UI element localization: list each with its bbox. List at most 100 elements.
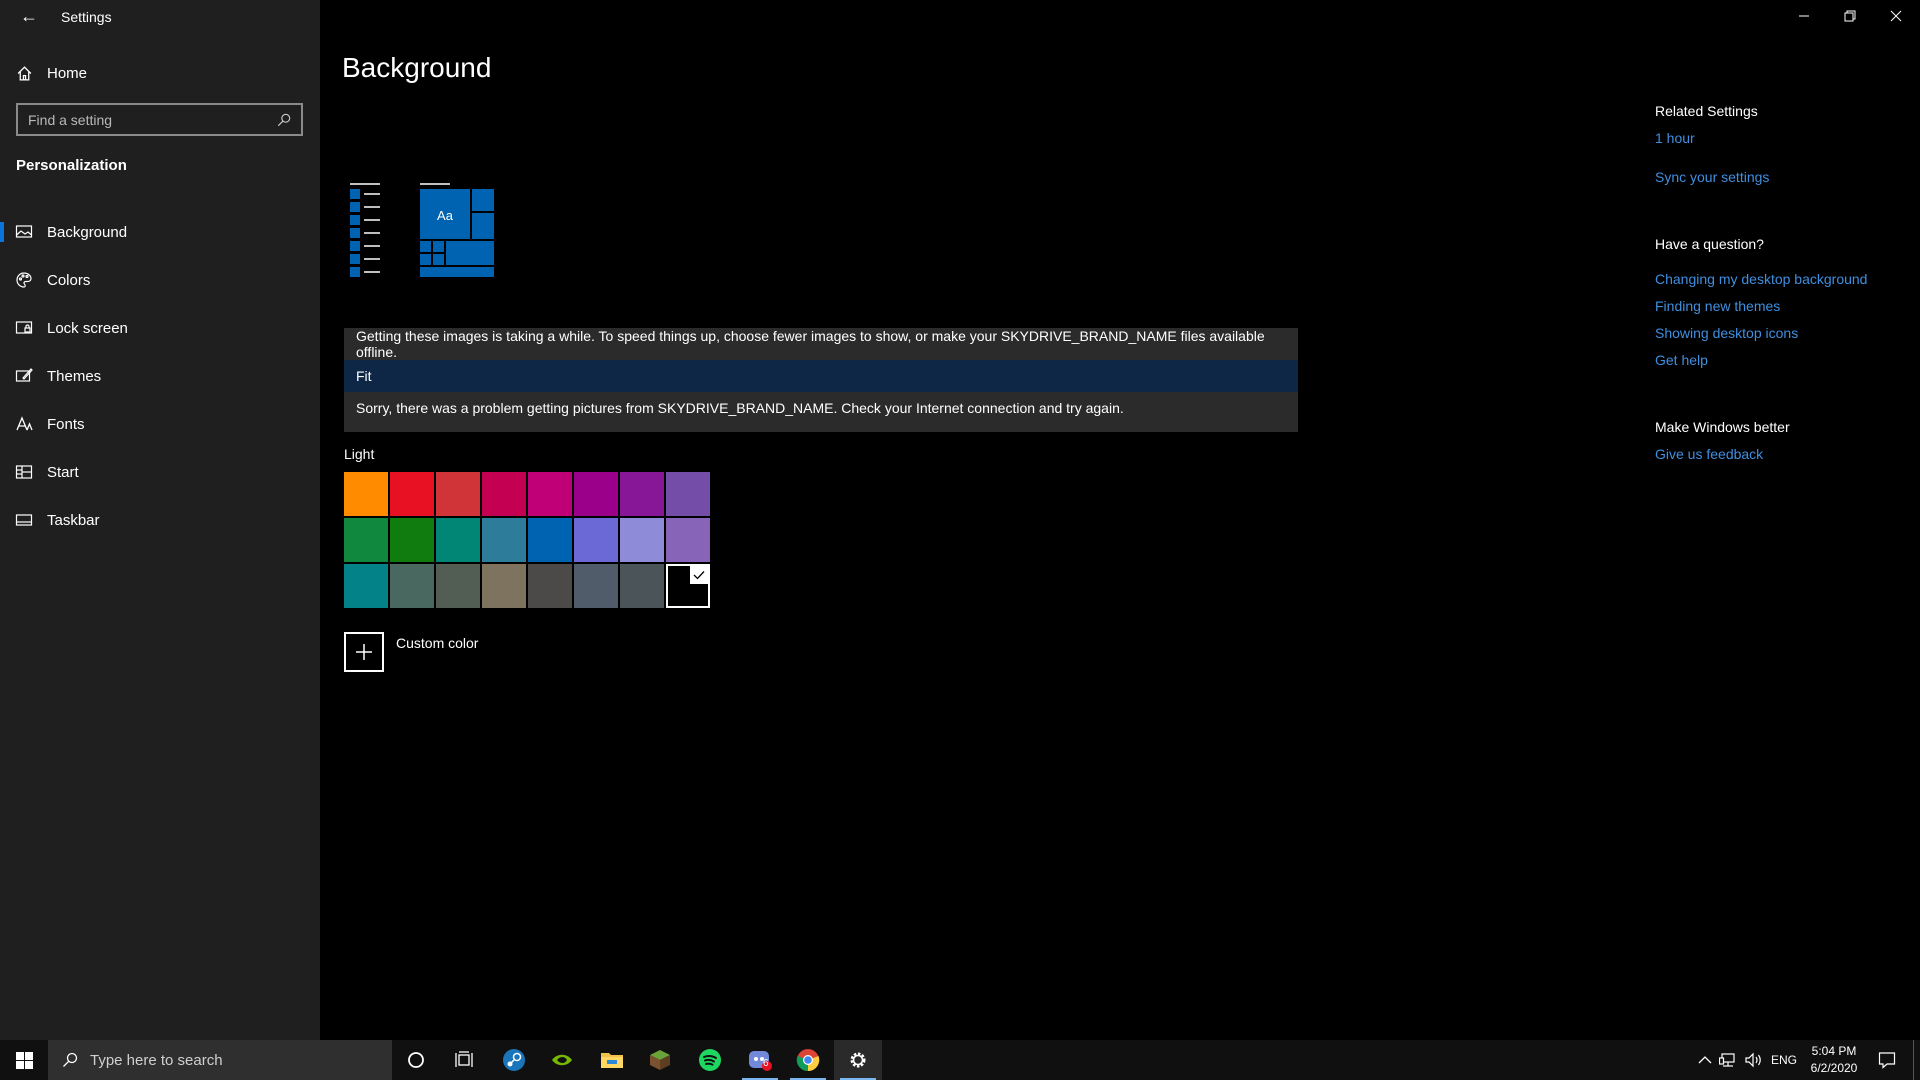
link-sync-settings[interactable]: Sync your settings [1655, 169, 1769, 185]
color-swatch[interactable] [390, 518, 434, 562]
link-get-help[interactable]: Get help [1655, 352, 1708, 368]
sidebar-item-fonts[interactable]: Fonts [0, 400, 320, 448]
language-label: ENG [1771, 1053, 1798, 1067]
color-swatch[interactable] [620, 518, 664, 562]
start-button[interactable] [0, 1040, 48, 1080]
color-swatch[interactable] [344, 564, 388, 608]
clock-date: 6/2/2020 [1810, 1061, 1858, 1075]
sidebar-item-background[interactable]: Background [0, 208, 320, 256]
cortana-icon [408, 1052, 424, 1068]
custom-color-label: Custom color [396, 635, 479, 651]
link-1-hour[interactable]: 1 hour [1655, 130, 1695, 146]
taskbar-search-box[interactable]: Type here to search [48, 1040, 392, 1080]
close-button[interactable] [1873, 0, 1919, 32]
spotify-button[interactable] [686, 1040, 734, 1080]
search-icon[interactable] [277, 113, 291, 127]
color-swatch[interactable] [482, 564, 526, 608]
color-swatch[interactable] [574, 472, 618, 516]
related-settings-heading: Related Settings [1655, 103, 1758, 119]
color-swatch[interactable] [390, 472, 434, 516]
home-icon [17, 65, 32, 81]
search-input[interactable] [28, 111, 268, 128]
cortana-button[interactable] [392, 1040, 440, 1080]
file-explorer-button[interactable] [588, 1040, 636, 1080]
sidebar-item-start[interactable]: Start [0, 448, 320, 496]
sidebar-item-taskbar[interactable]: Taskbar [0, 496, 320, 544]
minecraft-button[interactable] [636, 1040, 684, 1080]
steam-icon [503, 1049, 525, 1071]
minimize-icon [1799, 15, 1809, 17]
color-swatch[interactable] [436, 564, 480, 608]
close-icon [1890, 10, 1902, 22]
color-swatch[interactable] [482, 518, 526, 562]
color-swatch[interactable] [620, 564, 664, 608]
taskbar-icon [15, 514, 33, 526]
volume-button[interactable] [1745, 1040, 1763, 1080]
gear-icon [850, 1052, 866, 1068]
color-swatch[interactable] [574, 564, 618, 608]
nvidia-button[interactable] [538, 1040, 586, 1080]
language-indicator[interactable]: ENG [1771, 1040, 1797, 1080]
section-label: Personalization [16, 157, 127, 174]
taskbar-search-placeholder: Type here to search [90, 1051, 223, 1069]
windows-logo-icon [15, 1051, 33, 1069]
sidebar-item-colors[interactable]: Colors [0, 256, 320, 304]
color-swatch[interactable] [574, 518, 618, 562]
back-button[interactable]: ← [14, 4, 44, 28]
speaker-icon [1745, 1052, 1761, 1068]
link-desktop-icons[interactable]: Showing desktop icons [1655, 325, 1798, 341]
color-swatch[interactable] [344, 472, 388, 516]
color-swatch[interactable] [620, 472, 664, 516]
color-swatch[interactable] [482, 472, 526, 516]
settings-taskbar-button[interactable] [834, 1040, 882, 1080]
chevron-up-icon [1698, 1056, 1712, 1064]
color-swatch[interactable] [390, 564, 434, 608]
sidebar-item-themes[interactable]: Themes [0, 352, 320, 400]
sidebar: ← Settings Home Personalization Backgrou… [0, 0, 320, 1040]
task-view-icon [455, 1051, 473, 1067]
link-give-feedback[interactable]: Give us feedback [1655, 446, 1763, 462]
action-center-button[interactable] [1878, 1040, 1896, 1080]
task-view-button[interactable] [440, 1040, 488, 1080]
background-preview: Aa [348, 183, 498, 283]
color-swatch[interactable] [344, 518, 388, 562]
color-swatch[interactable] [436, 472, 480, 516]
nvidia-icon [552, 1054, 572, 1066]
show-desktop-button[interactable] [1913, 1040, 1914, 1080]
discord-button[interactable]: 6 [736, 1040, 784, 1080]
home-nav-item[interactable]: Home [16, 60, 87, 86]
start-icon [15, 465, 33, 479]
notification-list: Getting these images is taking a while. … [344, 328, 1298, 432]
search-icon [63, 1052, 78, 1067]
color-swatch[interactable] [528, 518, 572, 562]
preview-text: Aa [437, 208, 454, 223]
custom-color-button[interactable]: Custom color [344, 632, 478, 672]
clock[interactable]: 5:04 PM 6/2/2020 [1804, 1043, 1864, 1077]
link-changing-background[interactable]: Changing my desktop background [1655, 271, 1867, 287]
sidebar-item-lock-screen[interactable]: Lock screen [0, 304, 320, 352]
color-swatch[interactable] [666, 564, 710, 608]
show-hidden-icons-button[interactable] [1698, 1040, 1712, 1080]
lock-screen-icon [15, 321, 33, 334]
color-swatch[interactable] [528, 472, 572, 516]
chrome-button[interactable] [784, 1040, 832, 1080]
color-swatch[interactable] [528, 564, 572, 608]
find-setting-search[interactable] [16, 103, 303, 136]
color-swatch[interactable] [436, 518, 480, 562]
clock-time: 5:04 PM [1811, 1044, 1857, 1058]
discord-icon [749, 1051, 772, 1071]
restore-icon [1844, 10, 1856, 22]
checkmark-icon [690, 566, 708, 584]
fit-option[interactable]: Fit [344, 360, 1298, 392]
color-swatch[interactable] [666, 472, 710, 516]
color-swatch[interactable] [666, 518, 710, 562]
sidebar-item-label: Themes [47, 367, 102, 385]
plus-icon [344, 632, 384, 672]
image-icon [15, 225, 33, 238]
restore-button[interactable] [1827, 0, 1873, 32]
steam-button[interactable] [490, 1040, 538, 1080]
link-finding-themes[interactable]: Finding new themes [1655, 298, 1780, 314]
network-button[interactable] [1719, 1040, 1737, 1080]
minecraft-icon [650, 1050, 670, 1070]
minimize-button[interactable] [1781, 0, 1827, 32]
